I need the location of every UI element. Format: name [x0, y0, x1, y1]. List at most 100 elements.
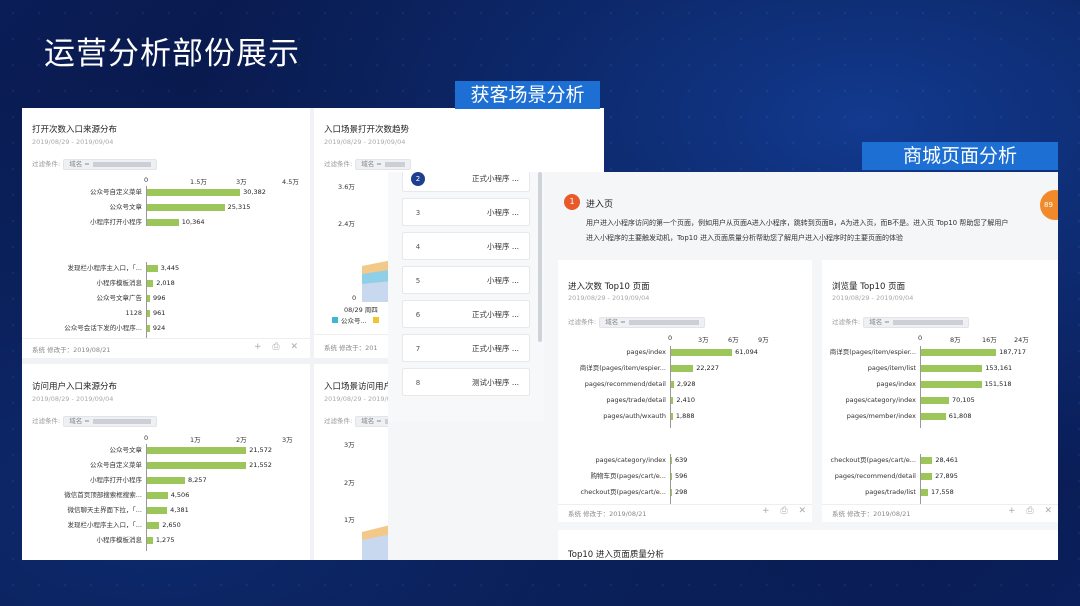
- card-title: 入口场景访问用户: [324, 382, 393, 392]
- bar-row[interactable]: 公众号文章广告 996: [32, 294, 310, 303]
- bar-value: 639: [675, 456, 688, 464]
- bar-label: 小程序模板消息: [96, 279, 143, 287]
- bar-row[interactable]: pages/trade/detail 2,410: [564, 396, 800, 405]
- bar-row[interactable]: checkout页(pages/cart/e... 298: [564, 488, 800, 497]
- app-list-item[interactable]: 6 正式小程序 ...: [402, 300, 530, 328]
- x-tick: 0: [144, 176, 149, 184]
- bar-value: 298: [675, 488, 688, 496]
- bar-row[interactable]: pages/recommend/detail 2,928: [564, 380, 800, 389]
- bar-row[interactable]: 商详页(pages/item/espier... 187,717: [828, 348, 1056, 357]
- bar-value: 8,257: [187, 476, 207, 484]
- item-name: 正式小程序 ...: [471, 174, 519, 183]
- y-tick: 0: [352, 294, 357, 302]
- bar-row[interactable]: 1128 961: [32, 309, 310, 318]
- bar-value: 61,094: [735, 348, 758, 356]
- bar-row[interactable]: checkout页(pages/cart/e... 28,461: [828, 456, 1056, 465]
- bar-row[interactable]: 小程序模板消息 2,018: [32, 279, 310, 288]
- bar-label: pages/trade/detail: [606, 396, 666, 404]
- item-name: 小程序 ...: [486, 208, 519, 217]
- bar-row[interactable]: 微信首页顶部搜索框搜索... 4,506: [32, 491, 310, 500]
- mall-page-panel: 2 正式小程序 ... 3 小程序 ... 4 小程序 ... 5 小程序 ... 6 正式小程序…: [388, 172, 1058, 560]
- app-list-item[interactable]: 8 测试小程序 ...: [402, 368, 530, 396]
- bar-value: 22,227: [696, 364, 719, 372]
- filter-box[interactable]: 域名 =: [63, 416, 157, 427]
- card-actions[interactable]: + ⎙ ✕: [762, 506, 810, 516]
- bar-row[interactable]: pages/index 151,518: [828, 380, 1056, 389]
- bar-row[interactable]: pages/trade/list 17,558: [828, 488, 1056, 497]
- bar-row[interactable]: pages/index 61,094: [564, 348, 800, 357]
- bar-value: 187,717: [999, 348, 1026, 356]
- bar-row[interactable]: pages/item/list 153,161: [828, 364, 1056, 373]
- app-list-item[interactable]: 7 正式小程序 ...: [402, 334, 530, 362]
- bar-row[interactable]: 小程序打开小程序 8,257: [32, 476, 310, 485]
- bar-row[interactable]: 发现栏小程序主入口，「... 3,445: [32, 264, 310, 273]
- filter-box[interactable]: 域名 =: [355, 159, 411, 170]
- item-name: 正式小程序 ...: [471, 344, 519, 353]
- bar-row[interactable]: 小程序模板消息 1,275: [32, 536, 310, 545]
- legend[interactable]: 公众号...: [332, 315, 379, 325]
- bar-row[interactable]: pages/category/index 639: [564, 456, 800, 465]
- y-tick: 2.4万: [338, 220, 355, 228]
- bar-row[interactable]: pages/category/index 70,105: [828, 396, 1056, 405]
- card-footer: 系统 修改于：2019/08/21: [832, 510, 911, 518]
- bar: [147, 492, 168, 499]
- list-scrollbar[interactable]: [538, 172, 542, 342]
- app-list-item[interactable]: 5 小程序 ...: [402, 266, 530, 294]
- filter-key: 域名 =: [605, 318, 626, 326]
- filter-key: 域名 =: [69, 417, 90, 425]
- filter-label: 过滤条件:: [324, 417, 353, 425]
- filter-row[interactable]: 过滤条件: 域名 =: [324, 158, 411, 170]
- bar: [921, 365, 983, 372]
- bar-row[interactable]: 公众号自定义菜单 30,382: [32, 188, 310, 197]
- filter-box[interactable]: 域名 =: [863, 317, 969, 328]
- bar: [921, 349, 997, 356]
- bar-row[interactable]: pages/recommend/detail 27,895: [828, 472, 1056, 481]
- quality-card: Top10 进入页面质量分析: [558, 530, 1058, 560]
- card-title: 浏览量 Top10 页面: [832, 282, 906, 292]
- bar: [921, 473, 933, 480]
- bar: [921, 457, 933, 464]
- y-tick: 2万: [344, 479, 355, 487]
- bar: [921, 489, 929, 496]
- tag-mall: 商城页面分析: [862, 142, 1058, 170]
- filter-box[interactable]: 域名 =: [63, 159, 157, 170]
- app-list-item[interactable]: 3 小程序 ...: [402, 198, 530, 226]
- bar-row[interactable]: pages/member/index 61,808: [828, 412, 1056, 421]
- bar-row[interactable]: 商详页(pages/item/espier... 22,227: [564, 364, 800, 373]
- bar-row[interactable]: 公众号会话下发的小程序... 924: [32, 324, 310, 333]
- app-list-item[interactable]: 2 正式小程序 ...: [402, 172, 530, 192]
- slide-title: 运营分析部份展示: [44, 36, 300, 72]
- filter-box[interactable]: 域名 =: [599, 317, 705, 328]
- bar-label: pages/auth/wxauth: [603, 412, 666, 420]
- bar-row[interactable]: 购物车页(pages/cart/e... 596: [564, 472, 800, 481]
- bar-value: 21,552: [249, 461, 272, 469]
- bar-label: checkout页(pages/cart/e...: [580, 488, 666, 496]
- filter-row[interactable]: 过滤条件: 域名 =: [568, 316, 705, 328]
- bar-row[interactable]: 公众号自定义菜单 21,552: [32, 461, 310, 470]
- bar-chart-continued: checkout页(pages/cart/e... 28,461 pages/rec…: [828, 454, 1056, 504]
- bar-value: 30,382: [243, 188, 266, 196]
- app-list-item[interactable]: 4 小程序 ...: [402, 232, 530, 260]
- bar: [147, 462, 247, 469]
- card-actions[interactable]: + ⎙ ✕: [1008, 506, 1056, 516]
- bar-label: 公众号自定义菜单: [90, 188, 142, 196]
- item-number: 7: [415, 345, 421, 353]
- x-tick: 1万: [190, 436, 201, 444]
- x-tick: 16万: [982, 336, 997, 344]
- bar-row[interactable]: 发现栏小程序主入口，「... 2,650: [32, 521, 310, 530]
- bar-chart: 0 1万 2万 3万 公众号文章 21,572 公众号自定义菜单 21,552 小程序打开小程序…: [32, 434, 302, 560]
- filter-row[interactable]: 过滤条件: 域名 =: [32, 415, 157, 427]
- filter-row[interactable]: 过滤条件: 域名 =: [832, 316, 969, 328]
- card-actions[interactable]: + ⎙ ✕: [254, 342, 302, 352]
- bar-label: pages/category/index: [595, 456, 666, 464]
- filter-key: 域名 =: [361, 417, 382, 425]
- card-title: 访问用户入口来源分布: [32, 382, 118, 392]
- bar: [671, 489, 672, 496]
- bar-row[interactable]: 微信聊天主界面下拉，「... 4,381: [32, 506, 310, 515]
- bar: [147, 189, 241, 196]
- filter-row[interactable]: 过滤条件: 域名 =: [32, 158, 157, 170]
- bar-row[interactable]: 公众号文章 25,315: [32, 203, 310, 212]
- bar-label: 1128: [125, 309, 142, 317]
- bar-row[interactable]: 公众号文章 21,572: [32, 446, 310, 455]
- bar-row[interactable]: pages/auth/wxauth 1,888: [564, 412, 800, 421]
